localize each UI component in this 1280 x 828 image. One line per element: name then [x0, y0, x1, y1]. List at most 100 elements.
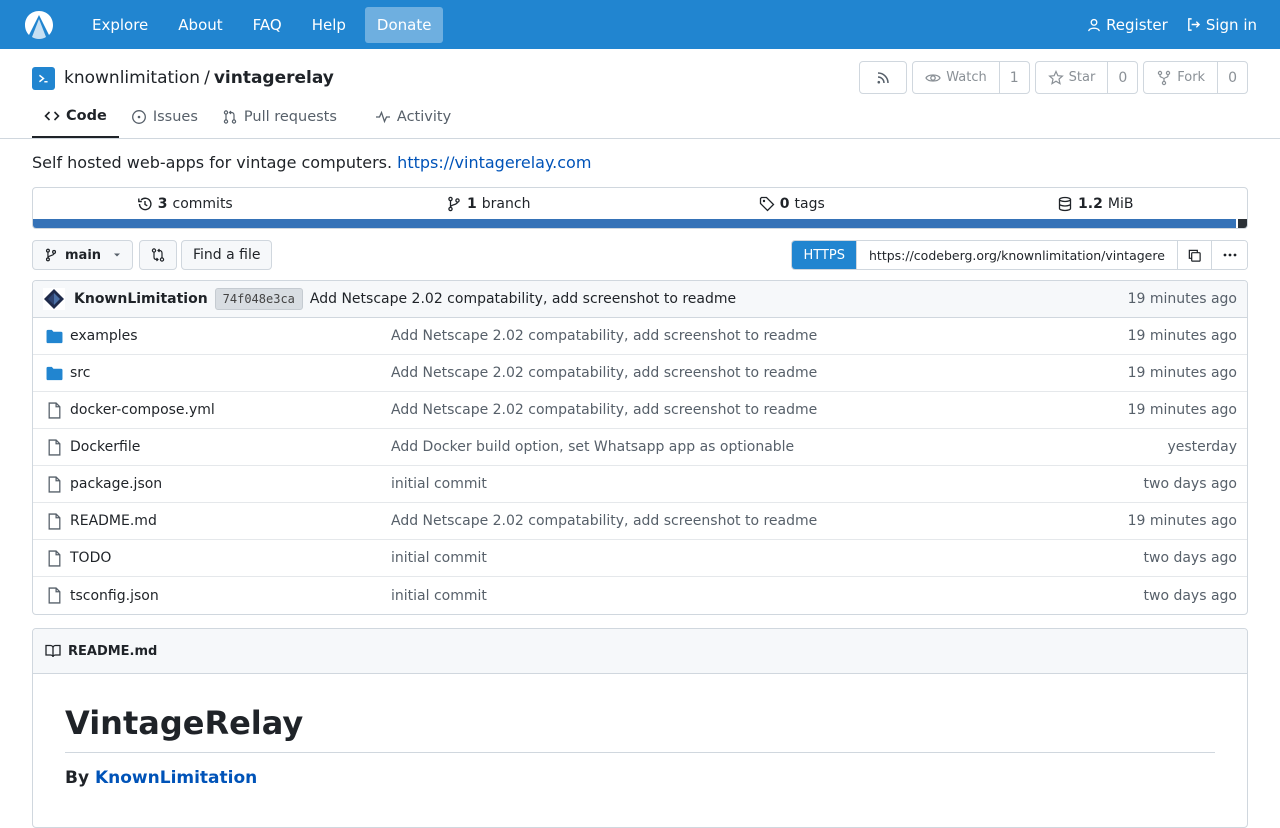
readme-author-link[interactable]: KnownLimitation — [95, 768, 257, 788]
file-row[interactable]: TODO initial commit two days ago — [33, 540, 1247, 577]
readme-byline: By KnownLimitation — [65, 768, 1215, 788]
compare-button[interactable] — [139, 240, 177, 270]
tab-issues[interactable]: Issues — [119, 96, 210, 138]
file-row[interactable]: package.json initial commit two days ago — [33, 466, 1247, 503]
tags-label: tags — [794, 195, 825, 212]
tab-activity[interactable]: Activity — [363, 96, 463, 138]
tab-pull-requests-label: Pull requests — [243, 109, 337, 125]
language-bar-secondary[interactable] — [1236, 219, 1247, 228]
watch-button[interactable]: Watch 1 — [912, 61, 1030, 94]
nav-explore[interactable]: Explore — [77, 7, 163, 43]
fork-button[interactable]: Fork 0 — [1143, 61, 1248, 94]
repo-title: knownlimitation / vintagerelay — [32, 66, 334, 90]
kebab-horizontal-icon — [1223, 253, 1236, 257]
file-row[interactable]: src Add Netscape 2.02 compatability, add… — [33, 355, 1247, 392]
clone-panel: HTTPS — [791, 240, 1248, 270]
file-name[interactable]: tsconfig.json — [70, 588, 159, 604]
file-icon — [48, 549, 61, 567]
repo-name-link[interactable]: vintagerelay — [214, 68, 334, 88]
rss-button[interactable] — [859, 61, 908, 94]
commit-message[interactable]: Add Netscape 2.02 compatability, add scr… — [310, 291, 736, 307]
find-file-button[interactable]: Find a file — [181, 240, 273, 270]
tab-code[interactable]: Code — [32, 96, 119, 138]
pulse-icon — [375, 110, 390, 124]
readme-header: README.md — [33, 629, 1247, 674]
file-name[interactable]: docker-compose.yml — [70, 402, 215, 418]
sign-in-icon — [1187, 18, 1200, 31]
file-name[interactable]: README.md — [70, 513, 157, 529]
file-commit-message[interactable]: initial commit — [391, 588, 1144, 604]
copy-icon — [1188, 249, 1201, 262]
tab-pull-requests[interactable]: Pull requests — [210, 96, 349, 138]
nav-help[interactable]: Help — [297, 7, 361, 43]
star-count[interactable]: 0 — [1107, 62, 1137, 93]
file-row[interactable]: Dockerfile Add Docker build option, set … — [33, 429, 1247, 466]
language-bar-primary[interactable] — [33, 219, 1236, 228]
https-button[interactable]: HTTPS — [792, 241, 856, 269]
copy-url-button[interactable] — [1177, 241, 1211, 269]
file-name[interactable]: Dockerfile — [70, 439, 140, 455]
file-name[interactable]: TODO — [70, 550, 111, 566]
file-table: KnownLimitation 74f048e3ca Add Netscape … — [32, 280, 1248, 615]
tag-icon — [759, 196, 775, 211]
signin-link[interactable]: Sign in — [1168, 7, 1257, 43]
watch-count[interactable]: 1 — [998, 62, 1029, 93]
file-row[interactable]: examples Add Netscape 2.02 compatability… — [33, 318, 1247, 355]
file-commit-time: 19 minutes ago — [1127, 513, 1237, 529]
file-row[interactable]: tsconfig.json initial commit two days ag… — [33, 577, 1247, 614]
register-link[interactable]: Register — [1069, 7, 1168, 43]
codeberg-logo-icon[interactable] — [23, 9, 55, 41]
star-label: Star — [1068, 70, 1096, 85]
file-icon — [48, 587, 61, 604]
nav-faq[interactable]: FAQ — [238, 7, 297, 43]
size-stat[interactable]: 1.2 MiB — [944, 196, 1248, 212]
commits-label: commits — [172, 195, 233, 212]
file-commit-message[interactable]: Add Netscape 2.02 compatability, add scr… — [391, 513, 1128, 529]
file-row[interactable]: README.md Add Netscape 2.02 compatabilit… — [33, 503, 1247, 540]
file-name[interactable]: examples — [70, 328, 138, 344]
commit-sha[interactable]: 74f048e3ca — [214, 288, 303, 310]
nav-about[interactable]: About — [163, 7, 237, 43]
clone-url-input[interactable] — [856, 241, 1177, 269]
repo-header: knownlimitation / vintagerelay Watch 1 S… — [0, 49, 1280, 139]
file-name[interactable]: package.json — [70, 476, 162, 492]
watch-label: Watch — [946, 70, 987, 85]
file-commit-message[interactable]: Add Netscape 2.02 compatability, add scr… — [391, 328, 1128, 344]
file-name[interactable]: src — [70, 365, 90, 381]
file-commit-message[interactable]: initial commit — [391, 550, 1144, 566]
repo-description: Self hosted web-apps for vintage compute… — [32, 153, 1248, 172]
file-commit-message[interactable]: initial commit — [391, 476, 1144, 492]
more-options-button[interactable] — [1211, 241, 1247, 269]
fork-icon — [1158, 70, 1171, 85]
star-icon — [1047, 69, 1064, 85]
commit-author[interactable]: KnownLimitation — [74, 291, 208, 307]
file-commit-time: 19 minutes ago — [1127, 328, 1237, 344]
file-commit-message[interactable]: Add Docker build option, set Whatsapp ap… — [391, 439, 1167, 455]
tab-activity-label: Activity — [396, 109, 452, 125]
branch-name: main — [65, 247, 102, 263]
branch-selector[interactable]: main — [32, 240, 133, 270]
fork-count[interactable]: 0 — [1217, 62, 1247, 93]
branch-stat[interactable]: 1 branch — [337, 196, 641, 212]
readme-body: VintageRelay By KnownLimitation — [33, 674, 1247, 818]
tags-count: 0 — [779, 195, 790, 212]
file-commit-time: two days ago — [1143, 476, 1237, 492]
file-row[interactable]: docker-compose.yml Add Netscape 2.02 com… — [33, 392, 1247, 429]
database-icon — [1058, 196, 1072, 211]
website-link[interactable]: https://vintagerelay.com — [397, 153, 591, 172]
repo-separator: / — [204, 68, 210, 88]
commits-stat[interactable]: 3 commits — [33, 196, 337, 212]
file-commit-message[interactable]: Add Netscape 2.02 compatability, add scr… — [391, 402, 1128, 418]
rss-icon — [877, 71, 889, 83]
tags-stat[interactable]: 0 tags — [640, 196, 944, 212]
repo-avatar-icon — [32, 66, 55, 90]
readme-filename[interactable]: README.md — [68, 644, 157, 659]
language-bar[interactable] — [33, 219, 1247, 228]
repo-owner-link[interactable]: knownlimitation — [64, 68, 200, 88]
star-button[interactable]: Star 0 — [1034, 61, 1139, 94]
file-commit-message[interactable]: Add Netscape 2.02 compatability, add scr… — [391, 365, 1128, 381]
person-icon — [1088, 18, 1100, 31]
donate-button[interactable]: Donate — [364, 6, 444, 43]
book-icon — [45, 644, 61, 658]
avatar[interactable] — [43, 288, 65, 310]
